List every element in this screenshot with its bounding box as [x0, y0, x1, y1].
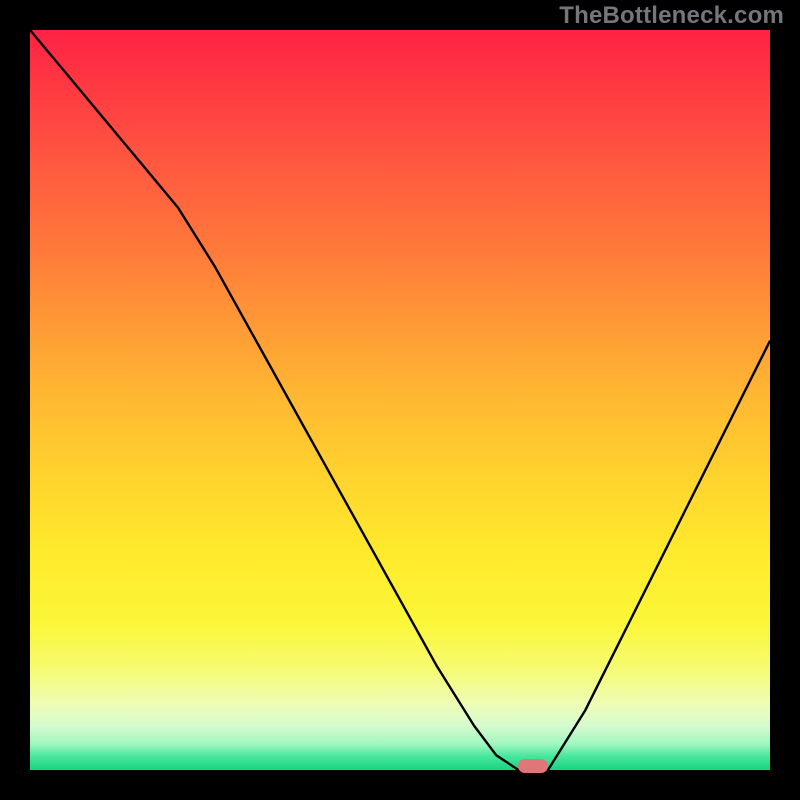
- chart-container: TheBottleneck.com: [0, 0, 800, 800]
- bottleneck-curve: [30, 30, 770, 770]
- curve-overlay: [30, 30, 770, 770]
- plot-area: [30, 30, 770, 770]
- watermark-text: TheBottleneck.com: [559, 2, 784, 30]
- optimum-marker: [518, 759, 548, 773]
